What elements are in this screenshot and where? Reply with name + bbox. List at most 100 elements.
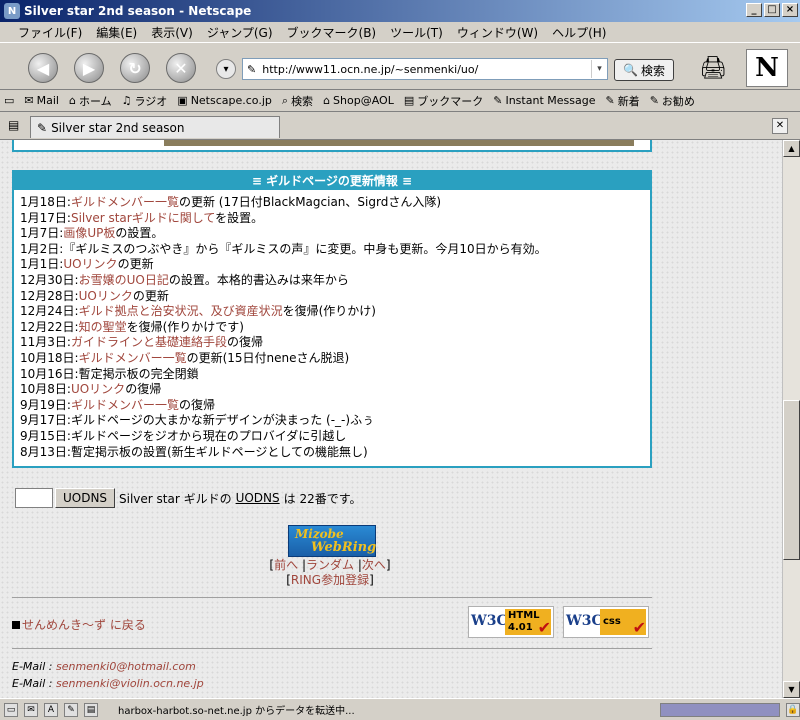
scroll-down-button[interactable]: ▼ [783, 681, 800, 698]
back-link-row: せんめんき～ず に戻る [12, 616, 146, 633]
update-text: ギルドページの大まかな新デザインが決まった (-_-)ふぅ [70, 413, 375, 428]
vertical-scrollbar[interactable]: ▲ ▼ [782, 140, 800, 698]
update-link[interactable]: ギルド拠点と治安状況、及び資産状況 [79, 304, 283, 318]
update-text: を復帰(作りかけです) [126, 319, 244, 334]
scroll-thumb[interactable] [783, 400, 800, 560]
close-tab-button[interactable]: ✕ [772, 118, 788, 134]
update-link[interactable]: UOリンク [71, 382, 125, 396]
maximize-button[interactable]: □ [764, 3, 780, 17]
reload-button[interactable]: ↻ [120, 53, 150, 83]
update-date: 1月7日: [20, 226, 64, 241]
menu-view[interactable]: 表示(V) [151, 24, 193, 41]
bookmark-shop[interactable]: ⌂ Shop@AOL [323, 94, 394, 107]
webring-links: [前へ |ランダム |次へ] [RING参加登録] [269, 558, 391, 587]
menu-help[interactable]: ヘルプ(H) [552, 24, 606, 41]
bookmark-netscape[interactable]: ▣ Netscape.co.jp [177, 94, 272, 107]
close-window-button[interactable]: × [782, 3, 798, 17]
update-date: 1月18日: [20, 195, 71, 209]
update-row: 10月18日:ギルドメンバー一覧の更新(15日付neneさん脱退) [20, 351, 650, 367]
menu-jump[interactable]: ジャンプ(G) [207, 24, 273, 41]
back-link[interactable]: せんめんき～ず に戻る [22, 618, 146, 632]
minimize-button[interactable]: _ [746, 3, 762, 17]
stop-button[interactable]: ✕ [166, 53, 196, 83]
update-link[interactable]: 画像UP板 [63, 226, 115, 240]
update-link[interactable]: ギルドメンバー一覧 [71, 195, 179, 209]
bookmark-recommend[interactable]: ✎ お勧め [650, 93, 695, 109]
update-date: 10月18日: [20, 350, 79, 365]
url-input[interactable] [260, 61, 591, 77]
update-row: 9月15日:ギルドページをジオから現在のプロバイダに引越し [20, 429, 650, 445]
email-link-1[interactable]: senmenki0@hotmail.com [56, 660, 196, 673]
update-link[interactable]: ギルドメンバー一覧 [71, 398, 179, 412]
update-link[interactable]: 知の聖堂 [79, 320, 127, 334]
go-button[interactable]: ▾ [216, 59, 236, 79]
update-row: 1月18日:ギルドメンバー一覧の更新 (17日付BlackMagcian、Sig… [20, 195, 650, 211]
bookmark-search[interactable]: ⌕ 検索 [282, 93, 313, 109]
update-date: 11月3日: [20, 335, 71, 350]
link-icon: ✎ [605, 94, 615, 107]
update-link[interactable]: お雪嬢のUO日記 [79, 273, 169, 287]
webring-random-link[interactable]: ランダム [306, 558, 354, 572]
netscape-logo[interactable]: N [746, 49, 788, 87]
bookmark-new[interactable]: ✎ 新着 [605, 93, 639, 109]
update-text: 『ギルミスのつぶやき』から『ギルミスの声』に変更。中身も更新。今月10日から有効… [63, 241, 547, 256]
sidebar-toggle-icon[interactable]: ▤ [8, 118, 19, 132]
menu-window[interactable]: ウィンドウ(W) [457, 24, 538, 41]
bookmark-toggle[interactable]: ▭ [4, 94, 14, 107]
menu-edit[interactable]: 編集(E) [96, 24, 137, 41]
print-icon[interactable]: 🖨 [698, 53, 728, 83]
webring-next-link[interactable]: 次へ [362, 558, 386, 572]
status-bar: ▭ ✉ A ✎ ▤ harbox-harbot.so-net.ne.jp からデ… [0, 698, 800, 720]
reload-icon: ↻ [128, 58, 142, 78]
uodns-link[interactable]: UODNS [236, 491, 280, 505]
back-button[interactable]: ◀ [28, 53, 58, 83]
update-link[interactable]: Silver starギルドに関して [71, 211, 215, 225]
uodns-input[interactable] [15, 488, 53, 508]
bookmark-bookmarks[interactable]: ▤ ブックマーク [404, 93, 483, 109]
webring-logo[interactable]: Mizobe WebRing [288, 525, 376, 557]
aim-icon[interactable]: A [44, 702, 58, 717]
bullet-square [12, 621, 20, 629]
url-dropdown-icon[interactable]: ▾ [591, 60, 607, 78]
page-icon: ✎ [37, 120, 48, 135]
webring-join-link[interactable]: RING参加登録 [291, 573, 369, 587]
window-controls: _ □ × [746, 3, 798, 17]
update-link[interactable]: UOリンク [79, 289, 133, 303]
update-link[interactable]: ギルドメンバー一覧 [79, 351, 187, 365]
update-date: 10月16日: [20, 366, 79, 381]
bookmark-mail[interactable]: ✉ Mail [24, 94, 59, 107]
scroll-up-button[interactable]: ▲ [783, 140, 800, 157]
composer-icon[interactable]: ✎ [64, 702, 78, 717]
w3c-css-badge[interactable]: W3C css ✔ [563, 606, 649, 638]
forward-button[interactable]: ▶ [74, 53, 104, 83]
update-row: 1月2日:『ギルミスのつぶやき』から『ギルミスの声』に変更。中身も更新。今月10… [20, 242, 650, 258]
progress-bar [660, 702, 780, 717]
home-icon: ⌂ [68, 94, 76, 107]
menu-tools[interactable]: ツール(T) [390, 24, 443, 41]
navigator-icon[interactable]: ▭ [4, 702, 18, 717]
update-row: 1月17日:Silver starギルドに関してを設置。 [20, 211, 650, 227]
uodns-button[interactable]: UODNS [55, 488, 115, 508]
update-text: の復帰 [178, 397, 215, 412]
update-row: 10月16日:暫定掲示板の完全閉鎖 [20, 367, 650, 383]
w3c-html-badge[interactable]: W3C HTML 4.01 ✔ [468, 606, 554, 638]
update-link[interactable]: ガイドラインと基礎連絡手段 [71, 335, 227, 349]
webring-prev-link[interactable]: 前へ [274, 558, 298, 572]
update-link[interactable]: UOリンク [63, 257, 117, 271]
menu-bookmark[interactable]: ブックマーク(B) [287, 24, 377, 41]
tab-title: Silver star 2nd season [51, 120, 185, 135]
search-icon: ⌕ [281, 93, 289, 107]
bookmark-home[interactable]: ⌂ ホーム [69, 93, 112, 109]
menu-file[interactable]: ファイル(F) [18, 24, 82, 41]
update-text: の復帰 [125, 382, 162, 397]
update-row: 8月13日:暫定掲示板の設置(新生ギルドページとしての機能無し) [20, 445, 650, 461]
page-content: ≡ ギルドページの更新情報 ≡ 1月18日:ギルドメンバー一覧の更新 (17日付… [0, 140, 782, 698]
tab-current[interactable]: ✎ Silver star 2nd season [30, 116, 280, 138]
search-button[interactable]: 🔍 検索 [614, 59, 674, 81]
bookmark-im[interactable]: ✎ Instant Message [493, 94, 595, 107]
mail-icon[interactable]: ✉ [24, 702, 38, 717]
email-link-2[interactable]: senmenki@violin.ocn.ne.jp [56, 677, 204, 690]
bookmark-radio[interactable]: ♫ ラジオ [122, 93, 168, 109]
forward-arrow-icon: ▶ [82, 58, 96, 78]
address-book-icon[interactable]: ▤ [84, 702, 98, 717]
